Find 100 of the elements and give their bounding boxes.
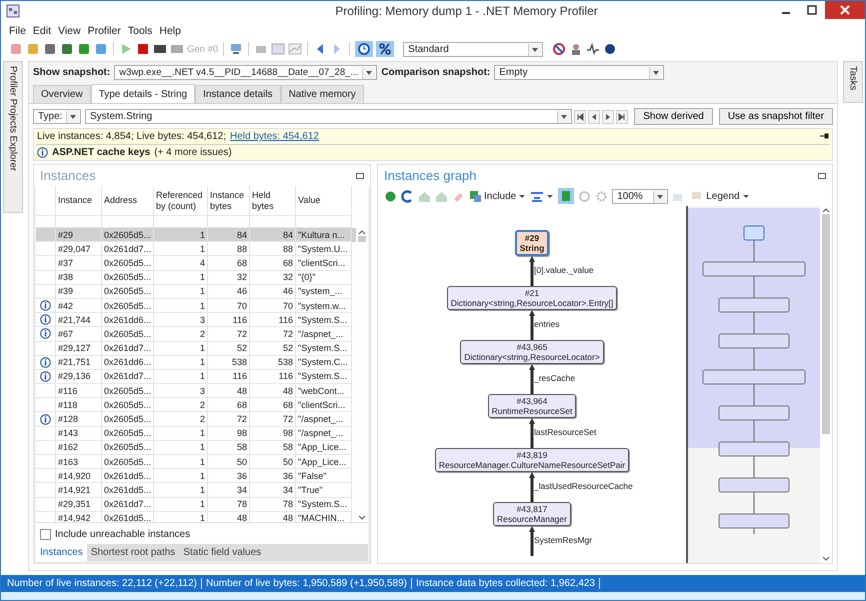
computer-icon[interactable] [229, 42, 244, 56]
previous-icon[interactable] [588, 110, 600, 124]
table-cell: 0x2605d5... [102, 384, 154, 398]
include-dropdown[interactable]: Include [469, 190, 526, 202]
scroll-down-icon[interactable] [821, 555, 831, 563]
restore-icon[interactable] [356, 172, 364, 178]
legend-dropdown[interactable]: Legend [706, 190, 750, 202]
layout-dropdown[interactable]: Standard [403, 42, 544, 56]
table-row[interactable]: #128 0x2605d5... 2 72 72 "/aspnet_... [36, 412, 356, 427]
column-header[interactable]: Address [102, 186, 154, 216]
side-tab[interactable]: Tasks [843, 61, 863, 103]
tab[interactable]: Static field values [179, 544, 266, 561]
table-row[interactable]: #29,127 0x261dd7... 1 52 52 "System.S... [36, 342, 356, 356]
table-row[interactable]: #38 0x2605d5... 1 32 32 "{0}" [36, 270, 356, 285]
snapshot-dropdown[interactable]: w3wp.exe__.NET v4.5__PID__14688__Date__07_28_... [114, 65, 378, 80]
issue-title[interactable]: ASP.NET cache keys [52, 147, 150, 158]
table-cell: 72 [250, 412, 296, 427]
graph-node[interactable]: #43,964 RuntimeResourceSet [488, 394, 576, 418]
tab[interactable]: Shortest root paths [86, 544, 180, 561]
delete-icon[interactable] [9, 42, 23, 56]
graph-node[interactable]: #29 String [514, 230, 550, 256]
pin-icon[interactable] [820, 133, 829, 140]
class-name-dropdown[interactable]: System.String [85, 109, 572, 124]
menu-item[interactable]: Profiler [88, 25, 121, 37]
scroll-up-icon[interactable] [357, 228, 367, 236]
table-cell: 4 [154, 256, 208, 271]
table-row[interactable]: #42 0x2605d5... 1 70 70 "system.w... [36, 298, 356, 314]
restore-icon[interactable] [818, 172, 826, 178]
tab[interactable]: Type details - String [90, 84, 196, 103]
table-cell: 0x261dd6... [102, 313, 154, 328]
table-row[interactable]: #37 0x2605d5... 4 68 68 "clientScri... [36, 256, 356, 271]
menu-item[interactable]: Help [159, 25, 181, 37]
table-row[interactable]: #39 0x2605d5... 1 46 46 "system_... [36, 284, 356, 299]
graph-node[interactable]: #43,965 Dictionary<string,ResourceLocator> [460, 340, 604, 364]
first-icon[interactable] [574, 110, 586, 124]
heartbeat-icon[interactable] [586, 42, 600, 56]
scrollbar-thumb[interactable] [358, 236, 366, 242]
column-header[interactable]: Referenced by (count) [154, 186, 208, 216]
filter-button[interactable]: Show derived [634, 108, 713, 125]
column-header[interactable]: Instance [56, 186, 102, 216]
table-row[interactable]: #162 0x2605d5... 1 58 58 "App_Lice... [36, 440, 356, 455]
tab[interactable]: Native memory [280, 85, 364, 103]
filter-button[interactable]: Use as snapshot filter [718, 108, 833, 125]
menu-item[interactable]: Edit [32, 25, 52, 37]
table-cell: #29,127 [56, 342, 102, 356]
arrange-dropdown[interactable] [530, 190, 554, 202]
table-row[interactable]: #29,351 0x261dd7... 1 78 78 "System.S... [36, 498, 356, 512]
table-row[interactable]: #29,136 0x261dd7... 1 116 116 "System.S... [36, 370, 356, 384]
stop-icon[interactable] [136, 42, 150, 56]
held-bytes-link[interactable]: Held bytes: 454,612 [230, 131, 319, 142]
table-row[interactable]: #14,920 0x261dd5... 1 36 36 "False" [36, 469, 356, 484]
table-row[interactable]: #116 0x2605d5... 3 48 48 "webCont... [36, 384, 356, 398]
graph-node[interactable]: #43,819 ResourceManager.CultureNameResourceSetPair [434, 448, 630, 472]
tab[interactable]: Instances [36, 544, 87, 561]
side-tab[interactable]: Profiler Projects Explorer [3, 61, 23, 213]
table-cell: 3 [154, 384, 208, 398]
graph-node[interactable]: #21 Dictionary<string,ResourceLocator>.Entry[] [446, 286, 618, 310]
fit-icon[interactable] [558, 188, 574, 204]
table-row[interactable]: #21,751 0x261dd6... 1 538 538 "System.C... [36, 356, 356, 370]
table-row[interactable]: #29 0x2605d5... 1 84 84 "Kultura n... [36, 228, 356, 242]
checkbox[interactable] [40, 529, 51, 540]
edge-label: lastResourceSet [534, 427, 596, 437]
table-row[interactable]: #67 0x2605d5... 2 72 72 "/aspnet_... [36, 327, 356, 342]
table-row[interactable]: #163 0x2605d5... 1 50 50 "App_Lice... [36, 455, 356, 470]
column-header[interactable]: Instance bytes [208, 186, 250, 216]
graph-node[interactable]: #43,817 ResourceManager [493, 502, 571, 526]
table-row[interactable]: #143 0x2605d5... 1 98 98 "/aspnet_... [36, 426, 356, 441]
last-icon[interactable] [616, 110, 628, 124]
caret-icon [518, 192, 526, 200]
close-button[interactable] [825, 1, 865, 19]
table-cell: "App_Lice... [296, 455, 352, 470]
type-dropdown[interactable]: Type: [33, 109, 81, 124]
percent-icon[interactable] [376, 41, 394, 57]
comparison-dropdown[interactable]: Empty [494, 65, 664, 80]
scroll-down-icon[interactable] [357, 514, 367, 522]
menu-item[interactable]: View [58, 25, 81, 37]
no-entry-icon[interactable] [552, 42, 566, 56]
clock-icon[interactable] [355, 41, 374, 57]
scrollbar[interactable] [820, 206, 832, 563]
table-cell: 1 [154, 356, 208, 370]
table-row[interactable]: #29,047 0x261dd7... 1 88 88 "System.U... [36, 242, 356, 256]
scrollbar-thumb[interactable] [822, 214, 830, 434]
column-header[interactable]: Value [296, 186, 352, 216]
column-header[interactable]: Held bytes [250, 186, 296, 216]
overview-map[interactable] [686, 206, 820, 563]
table-row[interactable]: #118 0x2605d5... 2 68 68 "clientScri... [36, 398, 356, 412]
scroll-up-icon[interactable] [821, 206, 831, 214]
circle-icon[interactable] [578, 190, 592, 202]
stats-text: Live instances: 4,854; Live bytes: 454,612; [37, 131, 226, 142]
gear-icon[interactable] [595, 190, 608, 202]
table-cell: "system_... [296, 284, 352, 299]
table-row[interactable]: #21,744 0x261dd6... 3 116 116 "System.S... [36, 313, 356, 328]
table-cell: 32 [250, 270, 296, 285]
zoom-dropdown[interactable]: 100% [612, 188, 668, 204]
tab[interactable]: Instance details [195, 85, 281, 103]
next-icon[interactable] [602, 110, 614, 124]
tab[interactable]: Overview [33, 85, 91, 103]
table-row[interactable]: #14,921 0x261dd5... 1 34 34 "True" [36, 483, 356, 498]
menu-item[interactable]: File [9, 25, 26, 37]
menu-item[interactable]: Tools [128, 25, 152, 37]
